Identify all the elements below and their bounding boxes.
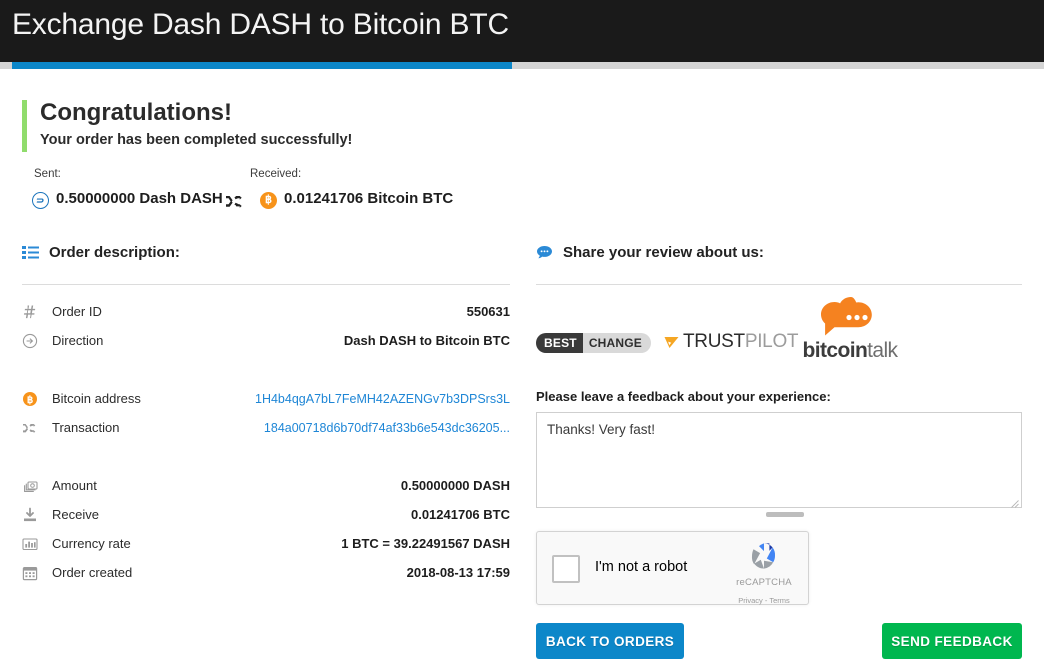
bitcoin-coin-icon: ฿ (260, 192, 277, 209)
arrow-circle-right-icon (22, 326, 52, 355)
comment-icon (536, 245, 553, 260)
row-label: Direction (52, 333, 104, 348)
row-value: Dash DASH to Bitcoin BTC (343, 333, 510, 348)
review-header: Share your review about us: (536, 244, 1022, 270)
exchange-amounts-row: 0.50000000 Dash DASH ฿ 0.01241706 Bitcoi… (22, 188, 522, 216)
feedback-value: Thanks! Very fast! (547, 422, 656, 437)
exchange-order-complete-page: Exchange Dash DASH to Bitcoin BTC Congra… (0, 0, 1044, 670)
success-accent-bar (22, 100, 27, 152)
congratulations-title: Congratulations! (40, 99, 232, 126)
row-label: Order created (52, 565, 133, 580)
transaction-link[interactable]: 184a00718d6b70df74af33b6e543dc36205... (170, 413, 510, 442)
row-label: Order ID (52, 304, 102, 319)
order-description-column: Order description: Order ID 550631 Direc… (22, 244, 510, 587)
recaptcha-checkbox[interactable] (552, 555, 580, 583)
download-icon (22, 500, 52, 529)
table-row: Currency rate 1 BTC = 39.22491567 DASH (22, 529, 510, 558)
row-value: 0.50000000 DASH (400, 478, 510, 493)
list-icon (22, 245, 39, 260)
bestchange-logo-second: CHANGE (588, 336, 643, 350)
order-description-divider (22, 284, 510, 285)
money-icon (22, 471, 52, 500)
calendar-icon (22, 558, 52, 587)
trustpilot-logo[interactable]: TRUST PILOT (664, 331, 799, 353)
review-logos: BEST CHANGE TRUST PILOT bitcointalk (536, 295, 1022, 381)
recaptcha-label: I'm not a robot (595, 559, 688, 575)
review-divider (536, 284, 1022, 285)
recaptcha-icon (748, 540, 780, 572)
row-label: Transaction (52, 420, 120, 435)
row-label: Receive (52, 507, 99, 522)
bitcoin-address-link[interactable]: 1H4b4qgA7bL7FeMH42AZENGv7b3DPSrs3L (170, 384, 510, 413)
progress-bar-fill (12, 62, 512, 69)
order-details-table: Order ID 550631 Direction Dash DASH to B… (22, 297, 510, 587)
table-row: Direction Dash DASH to Bitcoin BTC (22, 326, 510, 355)
review-column: Share your review about us: BEST CHANGE … (536, 244, 1022, 659)
trustpilot-star-icon (664, 335, 679, 350)
bitcoin-icon: ฿ (22, 384, 52, 413)
sent-amount: 0.50000000 Dash DASH (56, 190, 223, 207)
congratulations-block: Congratulations! Your order has been com… (22, 98, 522, 152)
recaptcha-widget[interactable]: I'm not a robot reCAPTCHA Privacy - Term… (536, 531, 809, 605)
bar-chart-icon (22, 529, 52, 558)
table-row: Order ID 550631 (22, 297, 510, 326)
order-description-header: Order description: (22, 244, 510, 270)
bestchange-logo[interactable]: BEST CHANGE (536, 333, 652, 353)
feedback-scrollbar-thumb[interactable] (766, 512, 804, 517)
page-header: Exchange Dash DASH to Bitcoin BTC (0, 0, 1044, 62)
congratulations-subtitle: Your order has been completed successful… (40, 132, 353, 148)
received-amount: 0.01241706 Bitcoin BTC (284, 190, 454, 207)
row-value: 1 BTC = 39.22491567 DASH (341, 536, 510, 551)
resize-handle-icon[interactable] (1009, 495, 1019, 508)
shuffle-icon (225, 192, 245, 210)
recaptcha-legal-text[interactable]: Privacy - Terms (738, 596, 790, 605)
feedback-input[interactable]: Thanks! Very fast! (536, 412, 1022, 508)
page-title: Exchange Dash DASH to Bitcoin BTC (12, 8, 509, 41)
exchange-summary: Sent: Received: 0.50000000 Dash DASH ฿ 0… (22, 168, 522, 216)
row-value: 0.01241706 BTC (410, 507, 510, 522)
sent-label: Sent: (34, 168, 61, 180)
recaptcha-brand-text: reCAPTCHA (736, 577, 792, 588)
table-row: Order created 2018-08-13 17:59 (22, 558, 510, 587)
row-label: Currency rate (52, 536, 131, 551)
back-to-orders-button[interactable]: BACK TO ORDERS (536, 623, 684, 659)
svg-text:฿: ฿ (27, 395, 33, 406)
received-label: Received: (250, 168, 302, 180)
row-label: Amount (52, 478, 97, 493)
action-buttons: BACK TO ORDERS SEND FEEDBACK (536, 623, 1022, 659)
bitcointalk-wordmark: bitcointalk (802, 339, 899, 362)
feedback-label: Please leave a feedback about your exper… (536, 389, 831, 404)
dash-coin-icon (32, 192, 49, 209)
bitcointalk-logo-first: bitcoin (802, 339, 868, 362)
table-row-spacer (22, 355, 510, 384)
exchange-labels: Sent: Received: (22, 168, 522, 184)
order-description-title: Order description: (49, 244, 180, 261)
shuffle-icon (22, 413, 52, 442)
table-row-spacer (22, 442, 510, 471)
bitcointalk-bubble-icon (818, 297, 882, 339)
table-row: Amount 0.50000000 DASH (22, 471, 510, 500)
table-row: Receive 0.01241706 BTC (22, 500, 510, 529)
review-title: Share your review about us: (563, 244, 764, 261)
table-row: ฿ Bitcoin address 1H4b4qgA7bL7FeMH42AZEN… (22, 384, 510, 413)
trustpilot-logo-first: TRUST (683, 331, 745, 352)
recaptcha-branding: reCAPTCHA Privacy - Terms (734, 540, 794, 608)
row-value: 2018-08-13 17:59 (406, 565, 510, 580)
bestchange-logo-first: BEST (536, 333, 583, 353)
table-row: Transaction 184a00718d6b70df74af33b6e543… (22, 413, 510, 442)
feedback-scrollbar[interactable] (536, 510, 1022, 519)
row-value: 550631 (466, 304, 510, 319)
send-feedback-button[interactable]: SEND FEEDBACK (882, 623, 1022, 659)
row-label: Bitcoin address (52, 391, 141, 406)
bitcointalk-logo-second: talk (867, 339, 898, 362)
bitcointalk-logo[interactable]: bitcointalk (790, 297, 910, 363)
hash-icon (22, 297, 52, 326)
